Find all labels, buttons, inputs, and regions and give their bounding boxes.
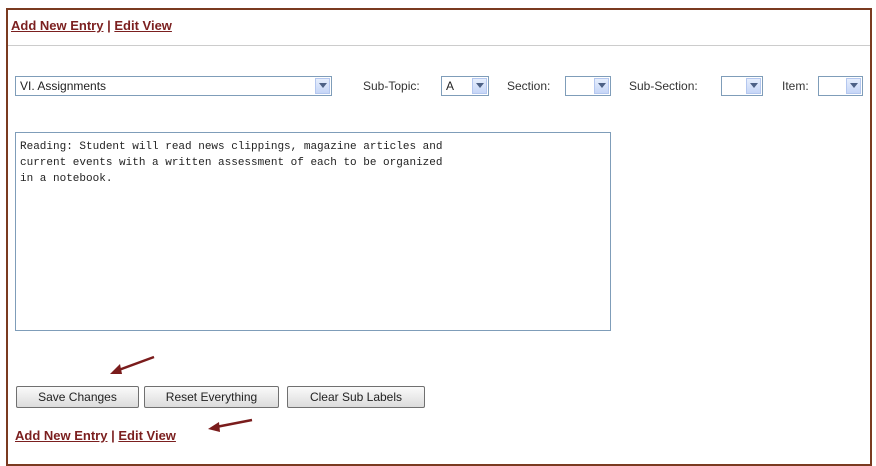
add-new-entry-link-bottom[interactable]: Add New Entry <box>15 428 107 443</box>
chevron-down-icon <box>594 78 609 94</box>
link-separator-bottom: | <box>111 428 115 443</box>
link-separator: | <box>107 18 111 33</box>
arrow-icon <box>110 355 155 374</box>
reset-everything-button[interactable]: Reset Everything <box>144 386 279 408</box>
divider <box>8 45 870 46</box>
sub-topic-value: A <box>446 79 455 93</box>
item-label: Item: <box>782 79 809 93</box>
chevron-down-icon <box>472 78 487 94</box>
chevron-down-icon <box>315 78 330 94</box>
sub-section-select[interactable] <box>721 76 763 96</box>
entry-textarea[interactable]: Reading: Student will read news clipping… <box>15 132 611 331</box>
bottom-links: Add New Entry | Edit View <box>15 428 176 443</box>
sub-section-label: Sub-Section: <box>629 79 698 93</box>
section-select[interactable] <box>565 76 611 96</box>
clear-sub-labels-button[interactable]: Clear Sub Labels <box>287 386 425 408</box>
topic-select[interactable]: VI. Assignments <box>15 76 332 96</box>
sub-topic-select[interactable]: A <box>441 76 489 96</box>
edit-view-link-bottom[interactable]: Edit View <box>118 428 176 443</box>
save-changes-button[interactable]: Save Changes <box>16 386 139 408</box>
chevron-down-icon <box>846 78 861 94</box>
top-links: Add New Entry | Edit View <box>11 18 172 33</box>
arrow-icon <box>208 418 253 432</box>
section-label: Section: <box>507 79 551 93</box>
edit-view-link[interactable]: Edit View <box>114 18 172 33</box>
chevron-down-icon <box>746 78 761 94</box>
item-select[interactable] <box>818 76 863 96</box>
entry-editor-panel: Add New Entry | Edit View VI. Assignment… <box>6 8 872 466</box>
sub-topic-label: Sub-Topic: <box>363 79 420 93</box>
add-new-entry-link[interactable]: Add New Entry <box>11 18 103 33</box>
topic-select-value: VI. Assignments <box>20 79 107 93</box>
